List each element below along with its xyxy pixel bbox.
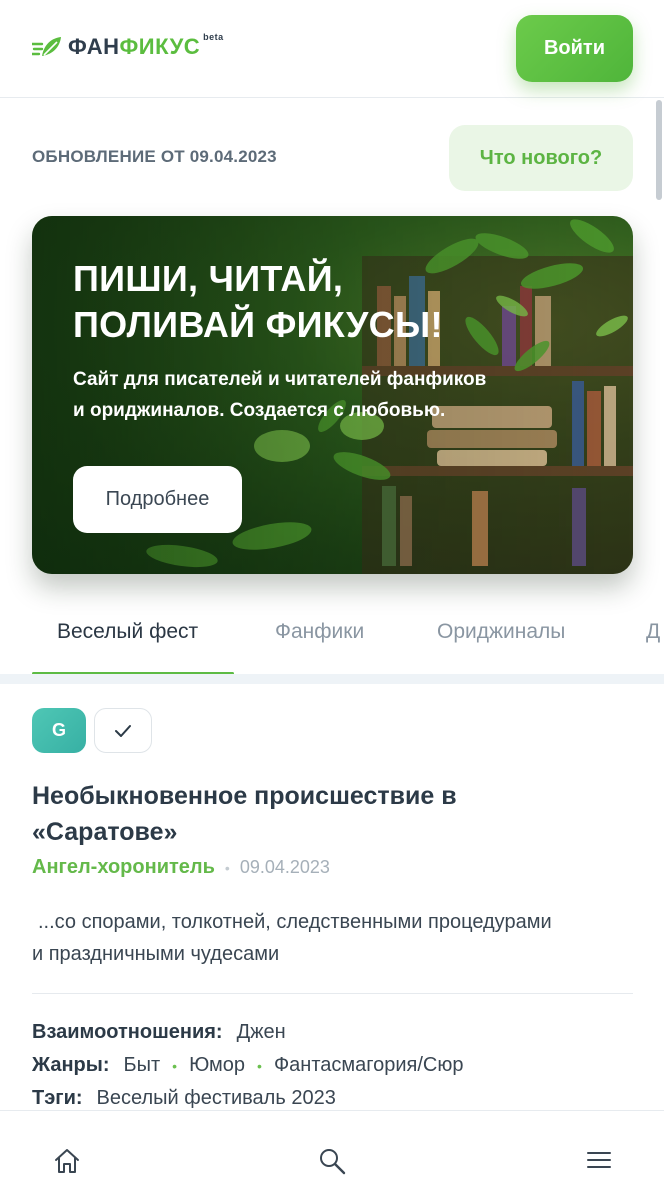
card-divider xyxy=(32,993,633,994)
rating-badge: G xyxy=(32,708,86,753)
header: ФАН ФИКУС beta Войти xyxy=(0,0,664,98)
menu-icon xyxy=(587,1152,611,1168)
genre-separator: • xyxy=(257,1057,262,1074)
check-icon xyxy=(115,724,131,737)
banner-subtitle-line1: Сайт для писателей и читателей фанфиков xyxy=(73,369,487,390)
nav-search[interactable] xyxy=(318,1147,346,1180)
tags-label: Тэги: xyxy=(32,1087,83,1109)
scrollbar[interactable] xyxy=(656,100,662,200)
genre-tag[interactable]: Фантасмагория/Сюр xyxy=(274,1054,464,1077)
nav-menu[interactable] xyxy=(587,1147,611,1176)
status-badge xyxy=(94,708,152,753)
home-icon xyxy=(55,1149,79,1173)
tag-value[interactable]: Веселый фестиваль 2023 xyxy=(97,1087,336,1110)
leaf-logo-icon xyxy=(32,37,61,56)
work-title-line2: «Саратове» xyxy=(32,818,178,846)
genre-separator: • xyxy=(172,1057,178,1074)
category-tabs: Веселый фест Фанфики Ориджиналы Д xyxy=(0,600,664,676)
whats-new-button[interactable]: Что нового? xyxy=(449,125,633,191)
genre-tag[interactable]: Быт xyxy=(123,1054,160,1077)
relations-value[interactable]: Джен xyxy=(237,1021,286,1044)
bottom-navigation xyxy=(0,1110,664,1200)
work-title-line1: Необыкновенное происшествие в xyxy=(32,782,457,810)
nav-home[interactable] xyxy=(53,1147,81,1180)
genres-label: Жанры: xyxy=(32,1054,110,1076)
tab-fanfics[interactable]: Фанфики xyxy=(275,620,364,644)
separator-dot: • xyxy=(224,859,230,876)
update-date-text: ОБНОВЛЕНИЕ ОТ 09.04.2023 xyxy=(32,147,277,166)
banner-title: ПИШИ, ЧИТАЙ, ПОЛИВАЙ ФИКУСЫ! xyxy=(73,256,553,348)
more-button[interactable]: Подробнее xyxy=(73,466,242,533)
work-meta: Ангел-хоронитель • 09.04.2023 xyxy=(32,856,330,879)
summary-line2: и праздничными чудесами xyxy=(32,943,280,965)
banner-title-line1: ПИШИ, ЧИТАЙ, xyxy=(73,258,344,299)
relations-row: Взаимоотношения: Джен xyxy=(32,1021,286,1044)
hero-banner: ПИШИ, ЧИТАЙ, ПОЛИВАЙ ФИКУСЫ! Сайт для пи… xyxy=(32,216,633,574)
author-link[interactable]: Ангел-хоронитель xyxy=(32,856,215,879)
tab-more[interactable]: Д xyxy=(646,620,660,644)
tab-fun-fest[interactable]: Веселый фест xyxy=(57,620,198,644)
genre-tag[interactable]: Юмор xyxy=(189,1054,245,1077)
login-button[interactable]: Войти xyxy=(516,15,633,82)
tabs-divider xyxy=(0,674,664,684)
banner-title-line2: ПОЛИВАЙ ФИКУСЫ! xyxy=(73,304,443,345)
beta-label: beta xyxy=(203,32,224,42)
logo-text-fan: ФАН xyxy=(68,34,120,59)
genres-row: Жанры: Быт • Юмор • Фантасмагория/Сюр xyxy=(32,1054,463,1077)
work-summary: ...со спорами, толкотней, следственными … xyxy=(32,906,637,970)
banner-subtitle: Сайт для писателей и читателей фанфиков … xyxy=(73,364,573,426)
summary-line1: ...со спорами, толкотней, следственными … xyxy=(38,911,552,933)
tab-originals[interactable]: Ориджиналы xyxy=(437,620,565,644)
work-title[interactable]: Необыкновенное происшествие в «Саратове» xyxy=(32,778,592,850)
logo[interactable]: ФАН ФИКУС beta xyxy=(32,32,224,60)
logo-text-ficus: ФИКУС xyxy=(119,34,201,59)
search-icon xyxy=(320,1149,346,1175)
banner-subtitle-line2: и ориджиналов. Создается с любовью. xyxy=(73,400,446,421)
publish-date: 09.04.2023 xyxy=(239,857,330,877)
tags-row: Тэги: Веселый фестиваль 2023 xyxy=(32,1087,336,1110)
relations-label: Взаимоотношения: xyxy=(32,1021,223,1043)
